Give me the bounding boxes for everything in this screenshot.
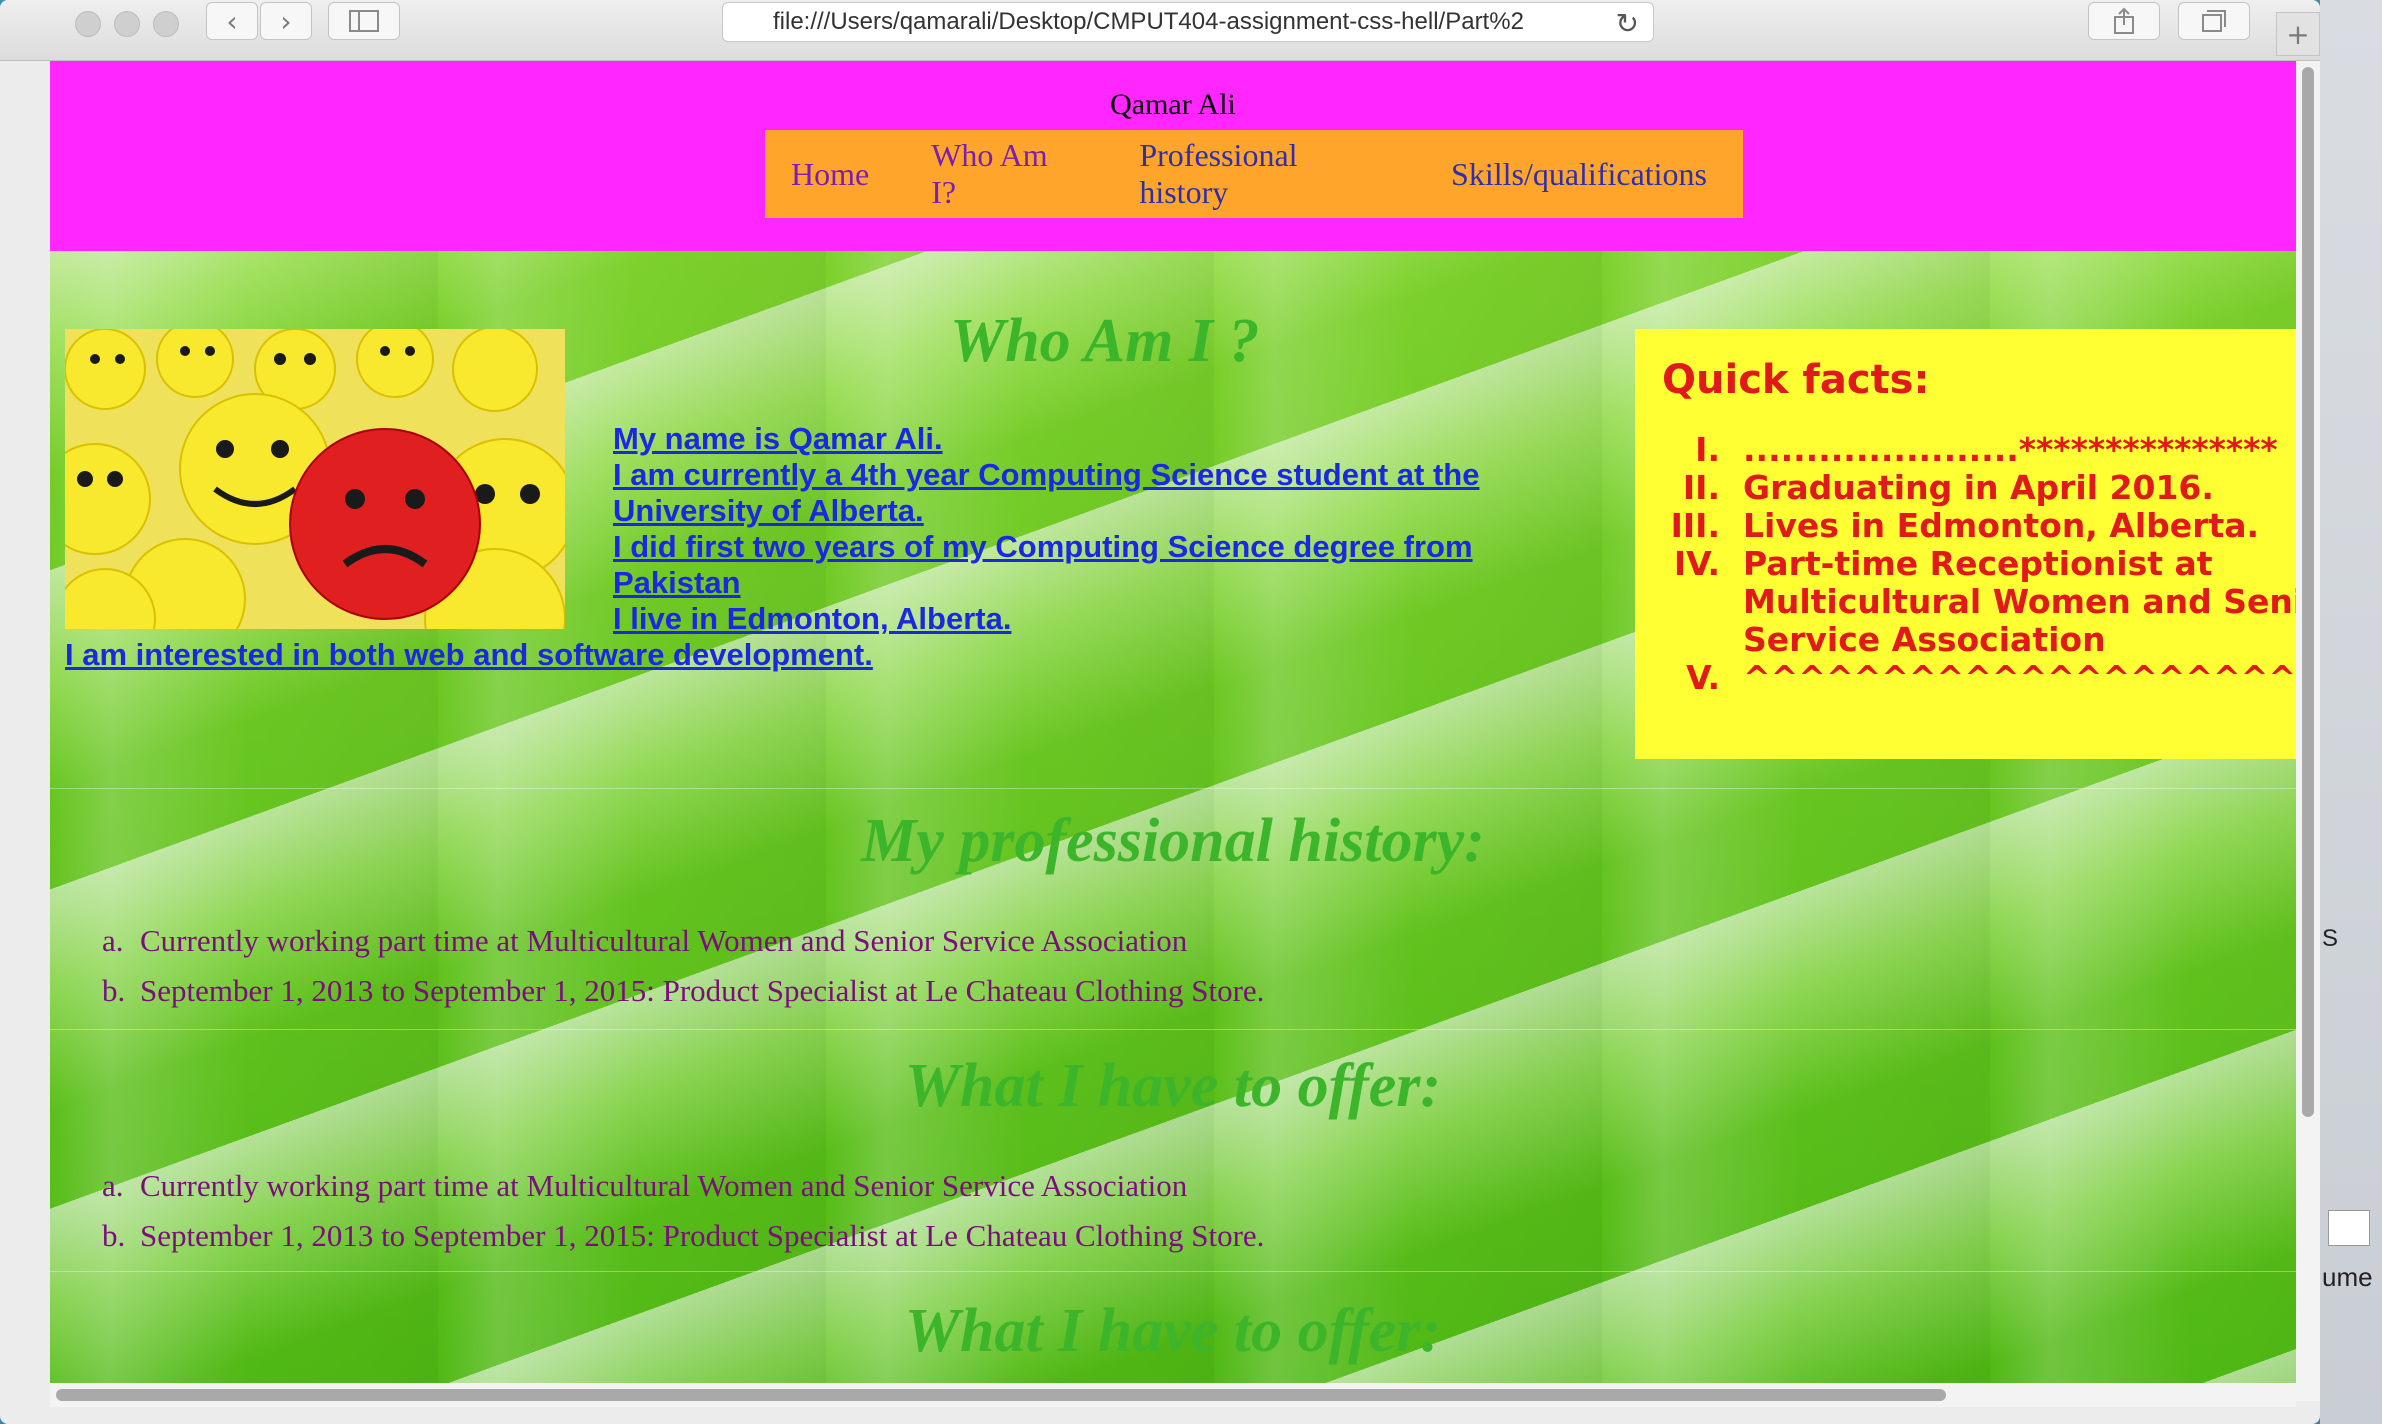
scroll-thumb[interactable] xyxy=(2302,67,2314,1117)
sidebar-icon xyxy=(349,10,379,32)
list-item: a. Currently working part time at Multicu… xyxy=(90,1161,1264,1211)
main-nav: Home Who Am I? Professional history Skil… xyxy=(765,130,1743,218)
section-divider xyxy=(50,1029,2296,1030)
share-button[interactable] xyxy=(2088,2,2160,40)
offer-heading-2: What I have to offer: xyxy=(904,1297,1442,1365)
list-text: Currently working part time at Multicult… xyxy=(140,1168,1188,1203)
professional-history-list: a. Currently working part time at Multicu… xyxy=(90,916,1264,1016)
who-line[interactable]: My name is Qamar Ali. xyxy=(65,421,1535,457)
chevron-left-icon: ‹ xyxy=(226,4,238,38)
list-number: III. xyxy=(1670,506,1720,545)
section-divider xyxy=(50,788,2296,789)
list-letter: b. xyxy=(102,1218,126,1253)
back-button[interactable]: ‹ xyxy=(206,2,258,40)
quick-facts-list: I. ......................*************** … xyxy=(1635,431,2296,697)
list-number: IV. xyxy=(1673,544,1720,583)
site-name: Qamar Ali xyxy=(1110,88,1236,121)
vertical-scrollbar[interactable] xyxy=(2296,61,2320,1401)
reload-icon[interactable]: ↻ xyxy=(1616,7,1639,40)
who-am-i-text: My name is Qamar Ali. I am currently a 4… xyxy=(65,421,1535,673)
who-line[interactable]: I am interested in both web and software… xyxy=(65,637,1535,673)
page-viewport: Qamar Ali Home Who Am I? Professional hi… xyxy=(50,61,2296,1401)
browser-window: ‹ › file:///Users/qamarali/Desktop/CMPUT… xyxy=(0,0,2320,1424)
page-header: Qamar Ali Home Who Am I? Professional hi… xyxy=(50,61,2296,251)
plus-icon: + xyxy=(2286,17,2310,51)
list-item: Multicultural Women and Senic xyxy=(1635,583,2296,621)
nav-professional-history[interactable]: Professional history xyxy=(1139,137,1389,211)
list-text: Service Association xyxy=(1743,620,2106,659)
list-letter: a. xyxy=(102,1168,124,1203)
tabs-icon xyxy=(2202,10,2226,32)
quick-facts-box: Quick facts: I. ......................***… xyxy=(1635,329,2296,759)
desktop-file-label[interactable]: ume xyxy=(2322,1262,2373,1293)
list-text: Multicultural Women and Senic xyxy=(1743,582,2296,621)
list-item: V. ^^^^^^^^^^^^^^^^^^^^*********** xyxy=(1635,659,2296,697)
list-item: III. Lives in Edmonton, Alberta. xyxy=(1635,507,2296,545)
url-text: file:///Users/qamarali/Desktop/CMPUT404-… xyxy=(773,8,1524,35)
share-icon xyxy=(2114,7,2134,34)
list-letter: a. xyxy=(102,923,124,958)
close-window-button[interactable] xyxy=(75,11,101,37)
browser-toolbar: ‹ › file:///Users/qamarali/Desktop/CMPUT… xyxy=(0,0,2320,61)
section-divider xyxy=(50,1271,2296,1272)
list-item: b. September 1, 2013 to September 1, 2015… xyxy=(90,1211,1264,1261)
document-icon[interactable] xyxy=(2328,1210,2370,1246)
list-item: II. Graduating in April 2016. xyxy=(1635,469,2296,507)
list-letter: b. xyxy=(102,973,126,1008)
zoom-window-button[interactable] xyxy=(153,11,179,37)
offer-list: a. Currently working part time at Multicu… xyxy=(90,1161,1264,1261)
list-text: Graduating in April 2016. xyxy=(1743,468,2214,507)
scroll-thumb[interactable] xyxy=(56,1389,1946,1401)
nav-home[interactable]: Home xyxy=(791,156,869,193)
list-number: I. xyxy=(1695,430,1720,469)
list-item: b. September 1, 2013 to September 1, 2015… xyxy=(90,966,1264,1016)
list-text: Part-time Receptionist at xyxy=(1743,544,2213,583)
list-text: Lives in Edmonton, Alberta. xyxy=(1743,506,2260,545)
list-text: ^^^^^^^^^^^^^^^^^^^^*********** xyxy=(1743,658,2296,697)
list-item: a. Currently working part time at Multicu… xyxy=(90,916,1264,966)
chevron-right-icon: › xyxy=(280,4,292,38)
list-number: V. xyxy=(1686,658,1720,697)
who-line[interactable]: I did first two years of my Computing Sc… xyxy=(65,529,1535,601)
sidebar-toggle-button[interactable] xyxy=(328,2,400,40)
forward-button[interactable]: › xyxy=(260,2,312,40)
nav-who-am-i[interactable]: Who Am I? xyxy=(931,137,1077,211)
list-item: Service Association xyxy=(1635,621,2296,659)
minimize-window-button[interactable] xyxy=(114,11,140,37)
who-am-i-heading: Who Am I ? xyxy=(950,307,1260,375)
nav-skills[interactable]: Skills/qualifications xyxy=(1451,156,1707,193)
list-item: I. ......................*************** xyxy=(1635,431,2296,469)
offer-heading: What I have to offer: xyxy=(904,1052,1442,1120)
list-number: II. xyxy=(1682,468,1720,507)
tabs-overview-button[interactable] xyxy=(2178,2,2250,40)
who-line[interactable]: I live in Edmonton, Alberta. xyxy=(65,601,1535,637)
list-text: ......................*************** xyxy=(1743,430,2278,469)
list-text: September 1, 2013 to September 1, 2015: … xyxy=(140,1218,1265,1253)
professional-history-heading: My professional history: xyxy=(861,807,1485,875)
list-item: IV. Part-time Receptionist at xyxy=(1635,545,2296,583)
list-text: Currently working part time at Multicult… xyxy=(140,923,1188,958)
list-text: September 1, 2013 to September 1, 2015: … xyxy=(140,973,1265,1008)
who-line[interactable]: I am currently a 4th year Computing Scie… xyxy=(65,457,1535,529)
horizontal-scrollbar[interactable] xyxy=(50,1383,2296,1407)
address-bar[interactable]: file:///Users/qamarali/Desktop/CMPUT404-… xyxy=(722,2,1654,42)
new-tab-button[interactable]: + xyxy=(2276,12,2320,56)
desktop-background: S ume xyxy=(2320,0,2382,1424)
desktop-label: S xyxy=(2322,925,2339,952)
quick-facts-heading: Quick facts: xyxy=(1662,357,1930,403)
